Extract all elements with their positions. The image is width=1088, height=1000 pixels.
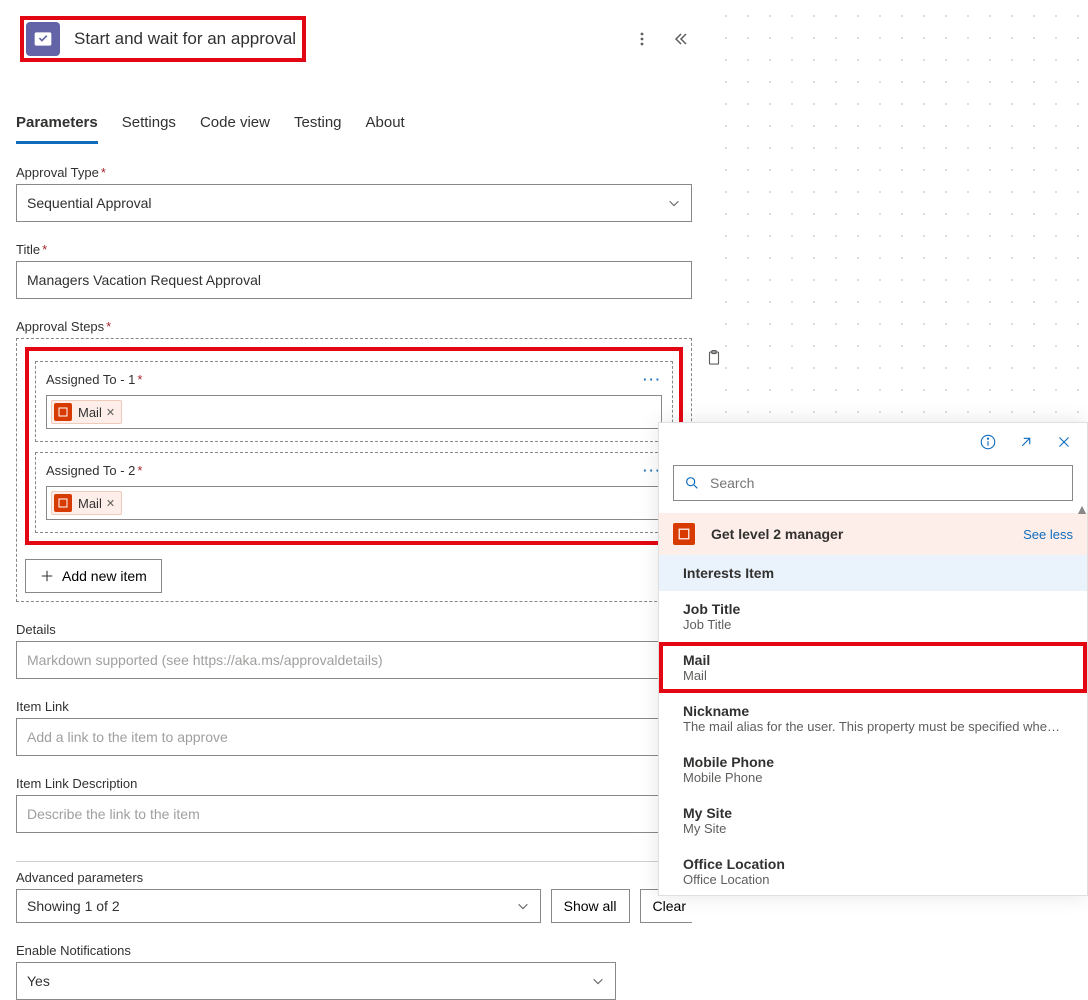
dynamic-content-list: Interests Item Job Title Job Title Mail …: [659, 555, 1087, 895]
dynamic-content-group-header: Get level 2 manager See less: [659, 513, 1087, 555]
approval-type-value: Sequential Approval: [27, 185, 152, 221]
search-input[interactable]: [708, 474, 1062, 492]
search-icon: [684, 475, 700, 491]
approval-steps-label: Approval Steps*: [16, 319, 692, 334]
tab-parameters[interactable]: Parameters: [16, 108, 98, 144]
tab-code-view[interactable]: Code view: [200, 108, 270, 144]
step-2-label: Assigned To - 2*: [46, 463, 142, 478]
approval-type-label: Approval Type*: [16, 165, 692, 180]
office-icon: [54, 494, 72, 512]
add-new-item-label: Add new item: [62, 568, 147, 584]
step-1-more-icon[interactable]: ···: [643, 372, 662, 387]
dc-item-job-title[interactable]: Job Title Job Title: [659, 591, 1087, 642]
approval-step-1: Assigned To - 1* ··· Mail ✕: [35, 361, 673, 442]
close-icon[interactable]: [1055, 433, 1073, 451]
dc-item-mail[interactable]: Mail Mail: [659, 642, 1087, 693]
token-label: Mail: [78, 496, 102, 511]
info-icon[interactable]: [979, 433, 997, 451]
item-link-desc-label: Item Link Description: [16, 776, 692, 791]
show-all-button[interactable]: Show all: [551, 889, 630, 923]
config-tabs: Parameters Settings Code view Testing Ab…: [16, 108, 692, 145]
office-icon: [54, 403, 72, 421]
item-link-label: Item Link: [16, 699, 692, 714]
token-label: Mail: [78, 405, 102, 420]
item-link-desc-input[interactable]: Describe the link to the item: [16, 795, 692, 833]
paste-icon[interactable]: [705, 349, 723, 367]
dc-item-office-location[interactable]: Office Location Office Location: [659, 846, 1087, 895]
see-less-link[interactable]: See less: [1023, 527, 1073, 542]
remove-token-icon[interactable]: ✕: [106, 497, 115, 510]
divider: [16, 861, 692, 862]
approval-steps-highlight: Assigned To - 1* ··· Mail ✕ Assigned To …: [25, 347, 683, 545]
step-2-assigned-to-input[interactable]: Mail ✕: [46, 486, 662, 520]
enable-notifications-label: Enable Notifications: [16, 943, 692, 958]
tab-settings[interactable]: Settings: [122, 108, 176, 144]
designer-canvas-background: [710, 0, 1088, 420]
action-title: Start and wait for an approval: [74, 29, 296, 49]
dynamic-content-search[interactable]: [673, 465, 1073, 501]
chevron-down-icon: [667, 196, 681, 210]
action-header-highlight: Start and wait for an approval: [20, 16, 306, 62]
enable-notifications-select[interactable]: Yes: [16, 962, 616, 1000]
tab-about[interactable]: About: [366, 108, 405, 144]
expand-icon[interactable]: [1017, 433, 1035, 451]
title-value: Managers Vacation Request Approval: [27, 272, 261, 288]
action-config-panel: Start and wait for an approval Parameter…: [0, 0, 708, 1000]
dc-item-mobile-phone[interactable]: Mobile Phone Mobile Phone: [659, 744, 1087, 795]
step-1-mail-token: Mail ✕: [51, 400, 122, 424]
dc-item-interests[interactable]: Interests Item: [659, 555, 1087, 591]
title-input[interactable]: Managers Vacation Request Approval: [16, 261, 692, 299]
details-input[interactable]: Markdown supported (see https://aka.ms/a…: [16, 641, 692, 679]
step-1-label: Assigned To - 1*: [46, 372, 142, 387]
dc-item-my-site[interactable]: My Site My Site: [659, 795, 1087, 846]
dynamic-content-popover: Get level 2 manager See less ▲ Interests…: [658, 422, 1088, 896]
advanced-params-select[interactable]: Showing 1 of 2: [16, 889, 541, 923]
approval-steps-container: Assigned To - 1* ··· Mail ✕ Assigned To …: [16, 338, 692, 602]
advanced-showing-text: Showing 1 of 2: [27, 898, 120, 914]
plus-icon: [40, 569, 54, 583]
approvals-action-icon: [26, 22, 60, 56]
advanced-params-label: Advanced parameters: [16, 870, 692, 885]
collapse-panel-icon[interactable]: [672, 31, 688, 47]
remove-token-icon[interactable]: ✕: [106, 406, 115, 419]
item-link-input[interactable]: Add a link to the item to approve: [16, 718, 692, 756]
details-label: Details: [16, 622, 692, 637]
title-label: Title*: [16, 242, 692, 257]
group-title: Get level 2 manager: [711, 526, 843, 542]
step-1-assigned-to-input[interactable]: Mail ✕: [46, 395, 662, 429]
tab-testing[interactable]: Testing: [294, 108, 342, 144]
more-menu-icon[interactable]: [634, 31, 650, 47]
step-2-mail-token: Mail ✕: [51, 491, 122, 515]
dc-item-nickname[interactable]: Nickname The mail alias for the user. Th…: [659, 693, 1087, 744]
chevron-down-icon: [516, 899, 530, 913]
approval-step-2: Assigned To - 2* ··· Mail ✕: [35, 452, 673, 533]
chevron-down-icon: [591, 974, 605, 988]
office-icon: [673, 523, 695, 545]
collapse-caret-icon[interactable]: ▲: [1075, 501, 1088, 517]
add-new-item-button[interactable]: Add new item: [25, 559, 162, 593]
approval-type-select[interactable]: Sequential Approval: [16, 184, 692, 222]
enable-notifications-value: Yes: [27, 963, 50, 999]
